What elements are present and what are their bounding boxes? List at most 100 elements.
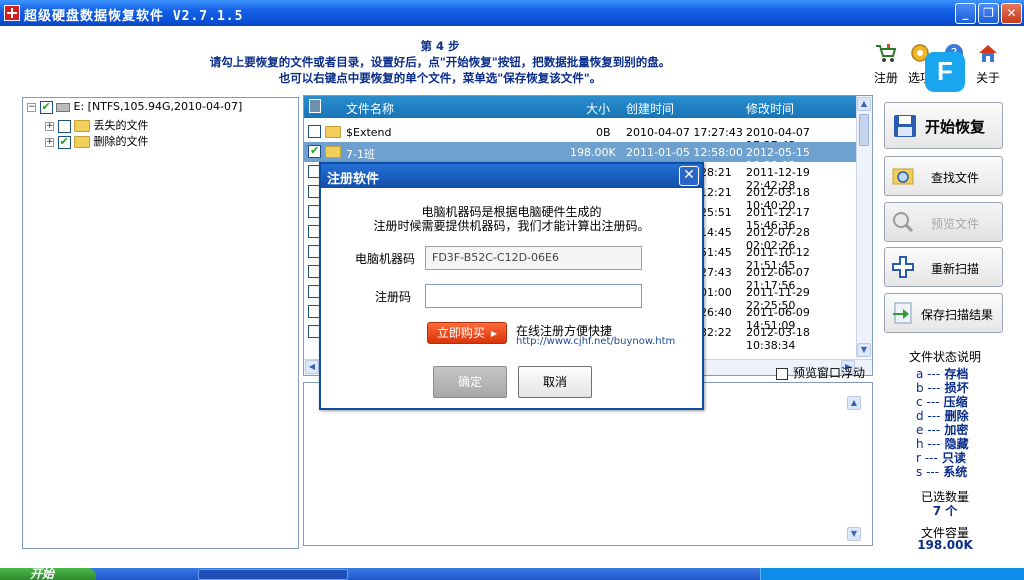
row-created: 2010-04-07 17:27:43	[626, 126, 743, 139]
title-bar: 超级硬盘数据恢复软件 V2.7.1.5 _ ❐ ✕	[0, 0, 1024, 26]
floating-f-badge[interactable]: F	[925, 52, 965, 92]
tree-item-checkbox[interactable]	[57, 119, 71, 133]
export-icon	[893, 302, 912, 324]
rescan-label: 重新扫描	[931, 262, 980, 276]
column-size[interactable]: 大小	[586, 100, 610, 117]
start-recovery-label: 开始恢复	[925, 118, 986, 136]
row-created: 01:00	[700, 286, 732, 299]
legend-item: s --- 系统	[916, 465, 968, 479]
legend-title: 文件状态说明	[908, 350, 981, 364]
row-name: 7-1班	[346, 148, 375, 161]
restore-button[interactable]: ❐	[978, 3, 999, 24]
machine-code-label: 电脑机器码	[355, 252, 416, 266]
tree-item-deleted-files[interactable]: + 删除的文件	[45, 133, 149, 149]
window-title: 超级硬盘数据恢复软件 V2.7.1.5	[24, 9, 244, 24]
machine-code-field[interactable]: FD3F-B52C-C12D-06E6	[425, 246, 642, 270]
row-created: 32:22	[700, 326, 732, 339]
expand-icon[interactable]: +	[45, 121, 54, 131]
tree-root-label: E: [NTFS,105.94G,2010-04-07]	[73, 100, 243, 113]
legend-item: c --- 压缩	[916, 395, 968, 409]
collapse-icon[interactable]: −	[27, 102, 36, 112]
tree-item-lost-files[interactable]: + 丢失的文件	[45, 117, 149, 133]
save-scan-result-label: 保存扫描结果	[921, 308, 994, 322]
tree-item-label: 删除的文件	[93, 135, 149, 148]
taskbar-app-item[interactable]	[198, 569, 348, 580]
start-recovery-button[interactable]: 开始恢复	[884, 102, 1003, 149]
row-size: 198.00K	[570, 146, 616, 159]
column-created[interactable]: 创建时间	[626, 100, 674, 117]
cancel-button[interactable]: 取消	[518, 366, 592, 398]
file-status-legend: 文件状态说明 a --- 存档 b --- 损坏 c --- 压缩 d --- …	[900, 348, 1000, 479]
dialog-message-2: 注册时候需要提供机器码，我们才能计算出注册码。	[373, 219, 650, 233]
preview-scroll-up-icon[interactable]: ▲	[847, 396, 861, 410]
row-created: 25:51	[700, 206, 732, 219]
drive-tree: − E: [NTFS,105.94G,2010-04-07] + 丢失的文件 +…	[22, 97, 299, 549]
start-button[interactable]: 开始	[0, 568, 96, 580]
dialog-close-button[interactable]: ✕	[679, 166, 699, 186]
scroll-thumb[interactable]	[859, 114, 869, 146]
folder-icon	[325, 146, 341, 158]
magnifier-icon	[893, 212, 914, 233]
preview-file-button[interactable]: 预览文件	[884, 202, 1003, 242]
register-toolbar-button[interactable]: 注册	[870, 42, 902, 90]
row-modified: 2012-03-18 10:38:34	[746, 326, 810, 352]
register-dialog: 注册软件 ✕ 电脑机器码是根据电脑硬件生成的 注册时候需要提供机器码，我们才能计…	[319, 162, 704, 410]
scroll-up-icon[interactable]: ▲	[857, 97, 871, 111]
drive-icon	[56, 102, 70, 112]
row-created: 51:45	[700, 246, 732, 259]
row-checkbox[interactable]	[308, 125, 321, 138]
legend-item: h --- 隐藏	[916, 437, 969, 451]
preview-scroll-down-icon[interactable]: ▼	[847, 527, 861, 541]
expand-icon[interactable]: +	[45, 137, 54, 147]
table-row[interactable]: $Extend 0B 2010-04-07 17:27:43 2010-04-0…	[304, 122, 856, 152]
arrow-right-icon: ▶	[490, 328, 498, 338]
save-scan-result-button[interactable]: 保存扫描结果	[884, 293, 1003, 333]
legend-item: a --- 存档	[916, 367, 969, 381]
row-size: 0B	[596, 126, 611, 139]
ok-button[interactable]: 确定	[433, 366, 507, 398]
preview-float-checkbox[interactable]: 预览窗口浮动	[776, 364, 865, 381]
find-file-label: 查找文件	[931, 171, 980, 185]
register-code-label: 注册码	[375, 290, 412, 304]
dialog-title-bar: 注册软件 ✕	[321, 164, 702, 188]
dialog-title: 注册软件	[327, 172, 380, 187]
legend-item: b --- 损坏	[916, 381, 969, 395]
row-created: 14:45	[700, 226, 732, 239]
row-created: 27:43	[700, 266, 732, 279]
register-code-input[interactable]	[425, 284, 642, 308]
column-modified[interactable]: 修改时间	[746, 100, 794, 117]
tree-root[interactable]: − E: [NTFS,105.94G,2010-04-07]	[27, 100, 242, 116]
close-button[interactable]: ✕	[1001, 3, 1022, 24]
about-toolbar-button[interactable]: 关于	[972, 42, 1004, 90]
buy-now-button[interactable]: 立即购买 ▶	[427, 322, 507, 344]
file-list-header: 文件名称 大小 创建时间 修改时间	[304, 96, 856, 118]
tree-root-checkbox[interactable]	[39, 100, 53, 114]
checkbox-box[interactable]	[776, 367, 788, 380]
row-checkbox[interactable]	[308, 144, 321, 158]
legend-item: e --- 加密	[916, 423, 969, 437]
file-list-vertical-scrollbar[interactable]: ▲ ▼	[856, 96, 872, 358]
column-name[interactable]: 文件名称	[346, 100, 394, 117]
folder-icon	[74, 136, 90, 148]
tree-item-label: 丢失的文件	[93, 119, 149, 132]
tree-item-checkbox[interactable]	[57, 135, 71, 149]
cart-icon	[876, 44, 897, 62]
find-file-button[interactable]: 查找文件	[884, 156, 1003, 196]
legend-item: r --- 只读	[916, 451, 966, 465]
folder-icon	[74, 120, 90, 132]
register-label: 注册	[873, 71, 898, 85]
row-created: 12:21	[700, 186, 732, 199]
selected-count-value: 7 个	[932, 504, 958, 518]
minimize-button[interactable]: _	[955, 3, 976, 24]
row-created: 26:40	[700, 306, 732, 319]
table-row[interactable]: 7-1班 198.00K 2011-01-05 12:58:00 2012-05…	[304, 142, 856, 172]
buy-now-link[interactable]: http://www.cjhf.net/buynow.htm	[516, 336, 675, 347]
about-label: 关于	[975, 71, 1000, 85]
legend-item: d --- 删除	[916, 409, 969, 423]
instruction-line-1: 请勾上要恢复的文件或者目录，设置好后，点"开始恢复"按钮，把数据批量恢复到别的盘…	[209, 55, 671, 69]
buy-now-label: 立即购买	[436, 326, 485, 340]
scroll-left-icon[interactable]: ◀	[305, 360, 319, 374]
rescan-button[interactable]: 重新扫描	[884, 247, 1003, 287]
scroll-down-icon[interactable]: ▼	[857, 343, 871, 357]
app-icon	[4, 5, 20, 21]
